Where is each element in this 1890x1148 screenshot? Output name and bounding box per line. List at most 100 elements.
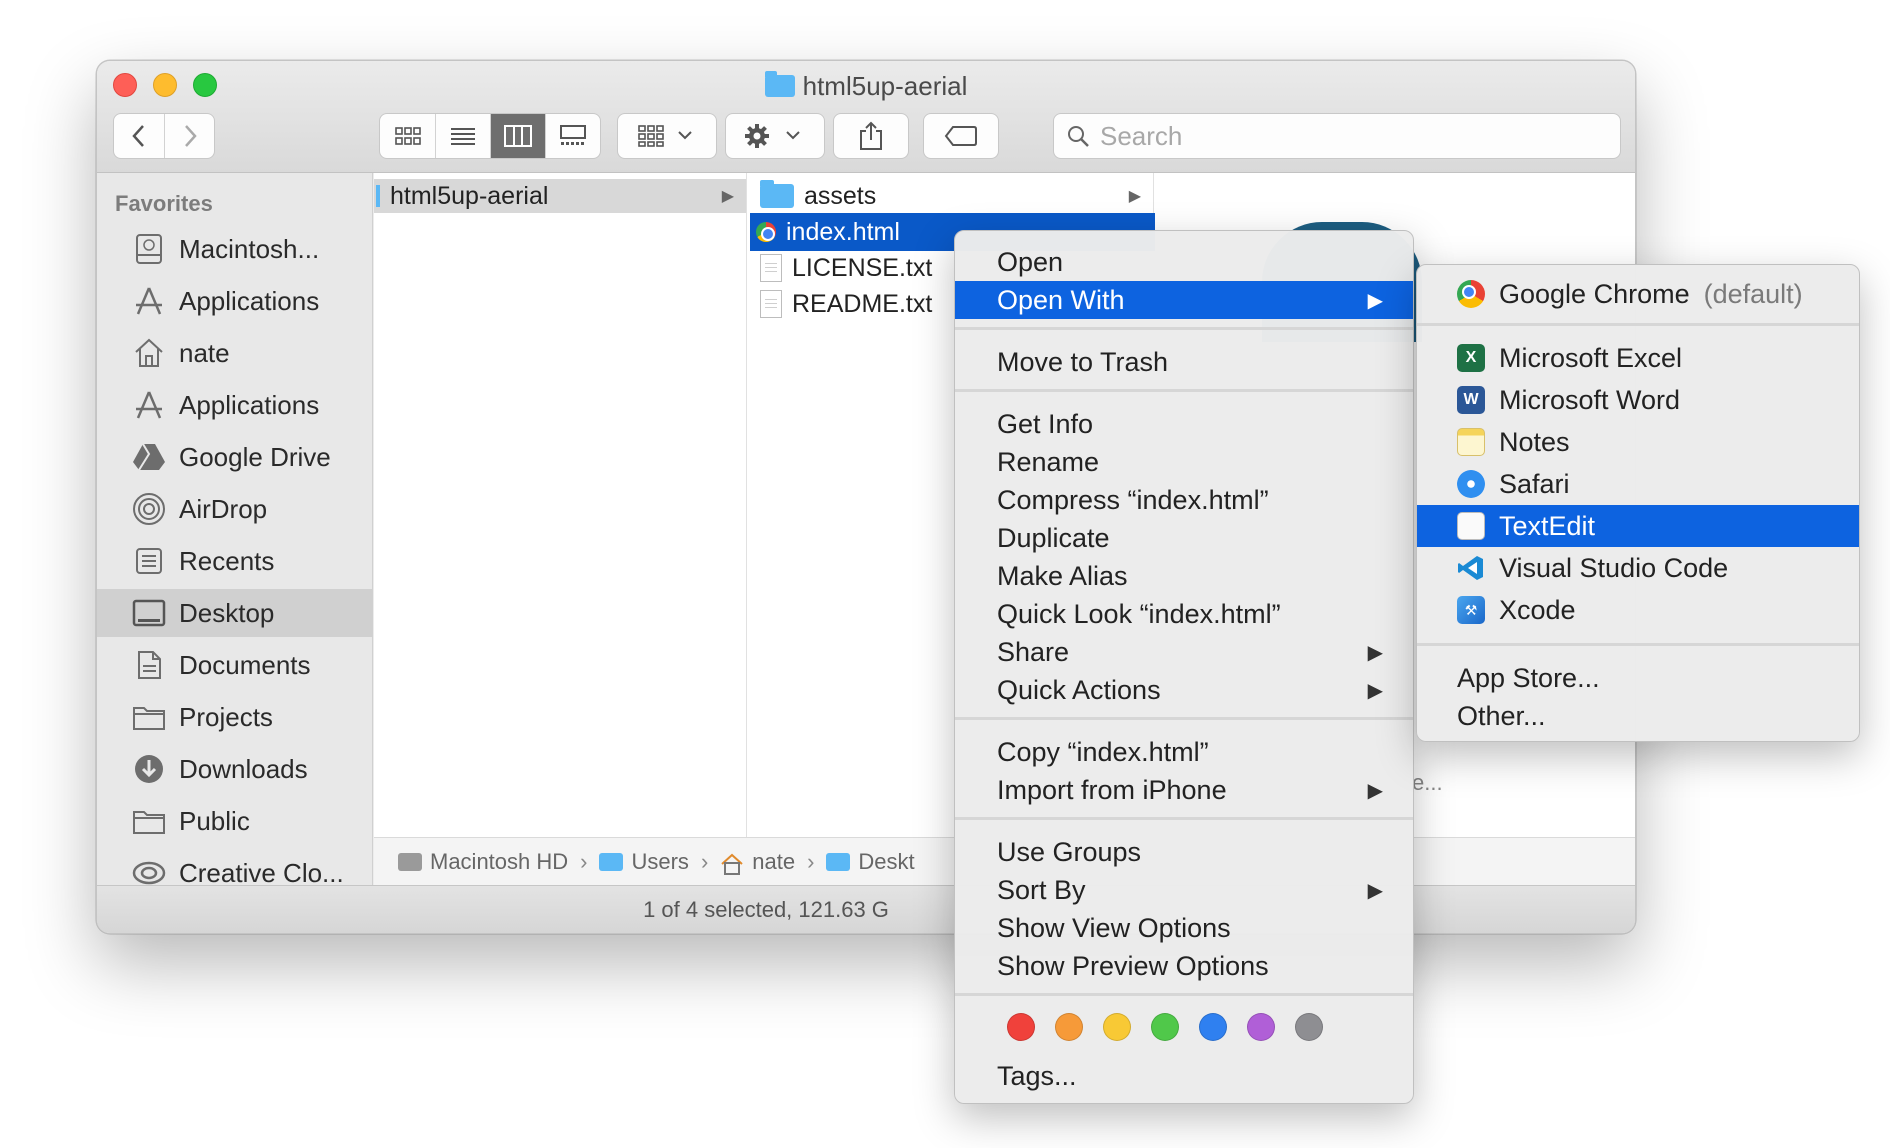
menu-item-make-alias[interactable]: Make Alias	[955, 557, 1413, 595]
path-item[interactable]: Deskt	[858, 849, 914, 875]
group-by-button[interactable]	[617, 113, 717, 159]
submenu-arrow-icon: ▶	[1367, 679, 1383, 702]
list-item-folder[interactable]: html5up-aerial ▶	[374, 179, 746, 213]
menu-item-quick-actions[interactable]: Quick Actions ▶	[955, 671, 1413, 709]
submenu-item-visual-studio-code[interactable]: Visual Studio Code	[1417, 547, 1859, 589]
tag-color-dot[interactable]	[1007, 1013, 1035, 1041]
list-icon	[451, 128, 475, 145]
documents-icon	[131, 648, 167, 682]
tag-color-dot[interactable]	[1151, 1013, 1179, 1041]
menu-item-quick-look[interactable]: Quick Look “index.html”	[955, 595, 1413, 633]
submenu-item-notes[interactable]: Notes	[1417, 421, 1859, 463]
menu-item-label: Sort By	[997, 874, 1086, 905]
menu-item-open[interactable]: Open	[955, 243, 1413, 281]
submenu-item-textedit[interactable]: TextEdit	[1417, 505, 1859, 547]
path-item[interactable]: Macintosh HD	[430, 849, 568, 875]
submenu-arrow-icon: ▶	[1367, 289, 1383, 312]
sidebar-item-macintosh-hd[interactable]: Macintosh...	[97, 225, 373, 273]
menu-item-open-with[interactable]: Open With ▶	[955, 281, 1413, 319]
menu-separator	[955, 327, 1413, 330]
window-title-label: html5up-aerial	[802, 71, 968, 101]
menu-item-sort-by[interactable]: Sort By ▶	[955, 871, 1413, 909]
menu-item-rename[interactable]: Rename	[955, 443, 1413, 481]
chrome-icon	[1457, 280, 1485, 308]
sidebar-item-label: Google Drive	[179, 441, 331, 472]
search-icon	[1068, 126, 1089, 147]
menu-item-label: Share	[997, 636, 1070, 667]
sidebar-item-label: Projects	[179, 701, 273, 732]
open-with-submenu: Google Chrome (default) X Microsoft Exce…	[1416, 264, 1860, 742]
column-view-button[interactable]	[490, 114, 545, 158]
sidebar-item-nate[interactable]: nate	[97, 329, 373, 377]
submenu-arrow-icon: ▶	[1367, 641, 1383, 664]
xcode-icon: ⚒	[1457, 596, 1485, 624]
tag-color-dot[interactable]	[1055, 1013, 1083, 1041]
sidebar-item-documents[interactable]: Documents	[97, 641, 373, 689]
menu-item-tags[interactable]: Tags...	[955, 1057, 1413, 1095]
chevron-right-icon	[184, 125, 197, 147]
gallery-view-button[interactable]	[545, 114, 600, 158]
group-grid-icon	[638, 125, 692, 147]
app-label: Safari	[1499, 468, 1570, 499]
submenu-item-microsoft-excel[interactable]: X Microsoft Excel	[1417, 337, 1859, 379]
menu-item-show-preview-options[interactable]: Show Preview Options	[955, 947, 1413, 985]
safari-icon	[1457, 470, 1485, 498]
edit-tags-button[interactable]	[923, 113, 999, 159]
list-item-folder[interactable]: assets ▶	[748, 179, 1153, 213]
sidebar-item-downloads[interactable]: Downloads	[97, 745, 373, 793]
action-menu-button[interactable]	[725, 113, 825, 159]
sidebar-item-desktop[interactable]: Desktop	[97, 589, 373, 637]
sidebar-heading: Favorites	[115, 191, 213, 216]
sidebar-item-applications[interactable]: Applications	[97, 277, 373, 325]
sidebar-item-label: Applications	[179, 285, 320, 316]
sidebar-item-projects[interactable]: Projects	[97, 693, 373, 741]
menu-item-compress[interactable]: Compress “index.html”	[955, 481, 1413, 519]
chrome-document-icon	[756, 222, 776, 242]
view-mode-segmented-control	[379, 113, 601, 159]
path-item[interactable]: nate	[752, 849, 795, 875]
sidebar-item-applications-2[interactable]: Applications	[97, 381, 373, 429]
airdrop-icon	[131, 492, 167, 526]
path-item[interactable]: Users	[631, 849, 688, 875]
forward-button[interactable]	[164, 114, 214, 158]
sidebar-item-recents[interactable]: Recents	[97, 537, 373, 585]
tag-color-dot[interactable]	[1103, 1013, 1131, 1041]
menu-item-copy[interactable]: Copy “index.html”	[955, 733, 1413, 771]
menu-item-share[interactable]: Share ▶	[955, 633, 1413, 671]
tag-color-dot[interactable]	[1247, 1013, 1275, 1041]
folder-icon	[826, 852, 851, 871]
sidebar-item-airdrop[interactable]: AirDrop	[97, 485, 373, 533]
folder-icon	[599, 852, 624, 871]
tag-color-dot[interactable]	[1295, 1013, 1323, 1041]
submenu-item-xcode[interactable]: ⚒ Xcode	[1417, 589, 1859, 631]
menu-item-duplicate[interactable]: Duplicate	[955, 519, 1413, 557]
submenu-item-app-store[interactable]: App Store...	[1417, 657, 1859, 699]
submenu-item-safari[interactable]: Safari	[1417, 463, 1859, 505]
tag-icon	[944, 126, 977, 146]
menu-separator	[1417, 643, 1859, 646]
submenu-item-microsoft-word[interactable]: W Microsoft Word	[1417, 379, 1859, 421]
app-label: Microsoft Excel	[1499, 342, 1683, 373]
icon-view-button[interactable]	[380, 114, 435, 158]
back-button[interactable]	[114, 114, 164, 158]
sidebar-item-google-drive[interactable]: Google Drive	[97, 433, 373, 481]
submenu-item-other[interactable]: Other...	[1417, 695, 1859, 737]
sidebar-item-public[interactable]: Public	[97, 797, 373, 845]
menu-item-import-from-iphone[interactable]: Import from iPhone ▶	[955, 771, 1413, 809]
app-label: App Store...	[1457, 662, 1600, 693]
menu-item-show-view-options[interactable]: Show View Options	[955, 909, 1413, 947]
menu-item-label: Show Preview Options	[997, 950, 1269, 981]
menu-item-get-info[interactable]: Get Info	[955, 405, 1413, 443]
share-button[interactable]	[833, 113, 909, 159]
applications-icon	[131, 388, 167, 422]
search-placeholder: Search	[1100, 120, 1183, 151]
search-field[interactable]: Search	[1053, 113, 1621, 159]
menu-item-label: Get Info	[997, 408, 1094, 439]
text-document-icon	[760, 290, 782, 318]
menu-item-use-groups[interactable]: Use Groups	[955, 833, 1413, 871]
tag-color-dot[interactable]	[1199, 1013, 1227, 1041]
submenu-item-google-chrome[interactable]: Google Chrome (default)	[1417, 273, 1859, 315]
sidebar-item-label: Recents	[179, 545, 275, 576]
menu-item-move-to-trash[interactable]: Move to Trash	[955, 343, 1413, 381]
list-view-button[interactable]	[435, 114, 490, 158]
